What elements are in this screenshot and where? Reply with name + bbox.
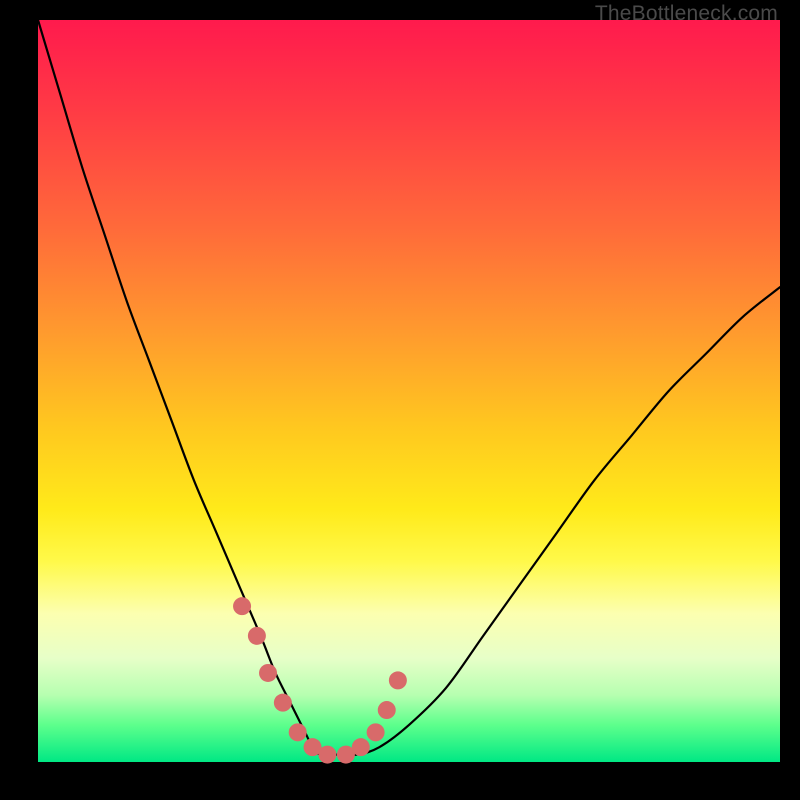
marker-group — [233, 597, 407, 763]
chart-frame: TheBottleneck.com — [0, 0, 800, 800]
data-marker — [233, 597, 251, 615]
data-marker — [259, 664, 277, 682]
data-marker — [248, 627, 266, 645]
data-marker — [378, 701, 396, 719]
data-marker — [274, 694, 292, 712]
curve-line — [38, 20, 780, 755]
bottleneck-curve — [38, 20, 780, 762]
plot-area — [38, 20, 780, 762]
data-marker — [367, 723, 385, 741]
data-marker — [318, 746, 336, 764]
data-marker — [289, 723, 307, 741]
data-marker — [389, 671, 407, 689]
data-marker — [352, 738, 370, 756]
